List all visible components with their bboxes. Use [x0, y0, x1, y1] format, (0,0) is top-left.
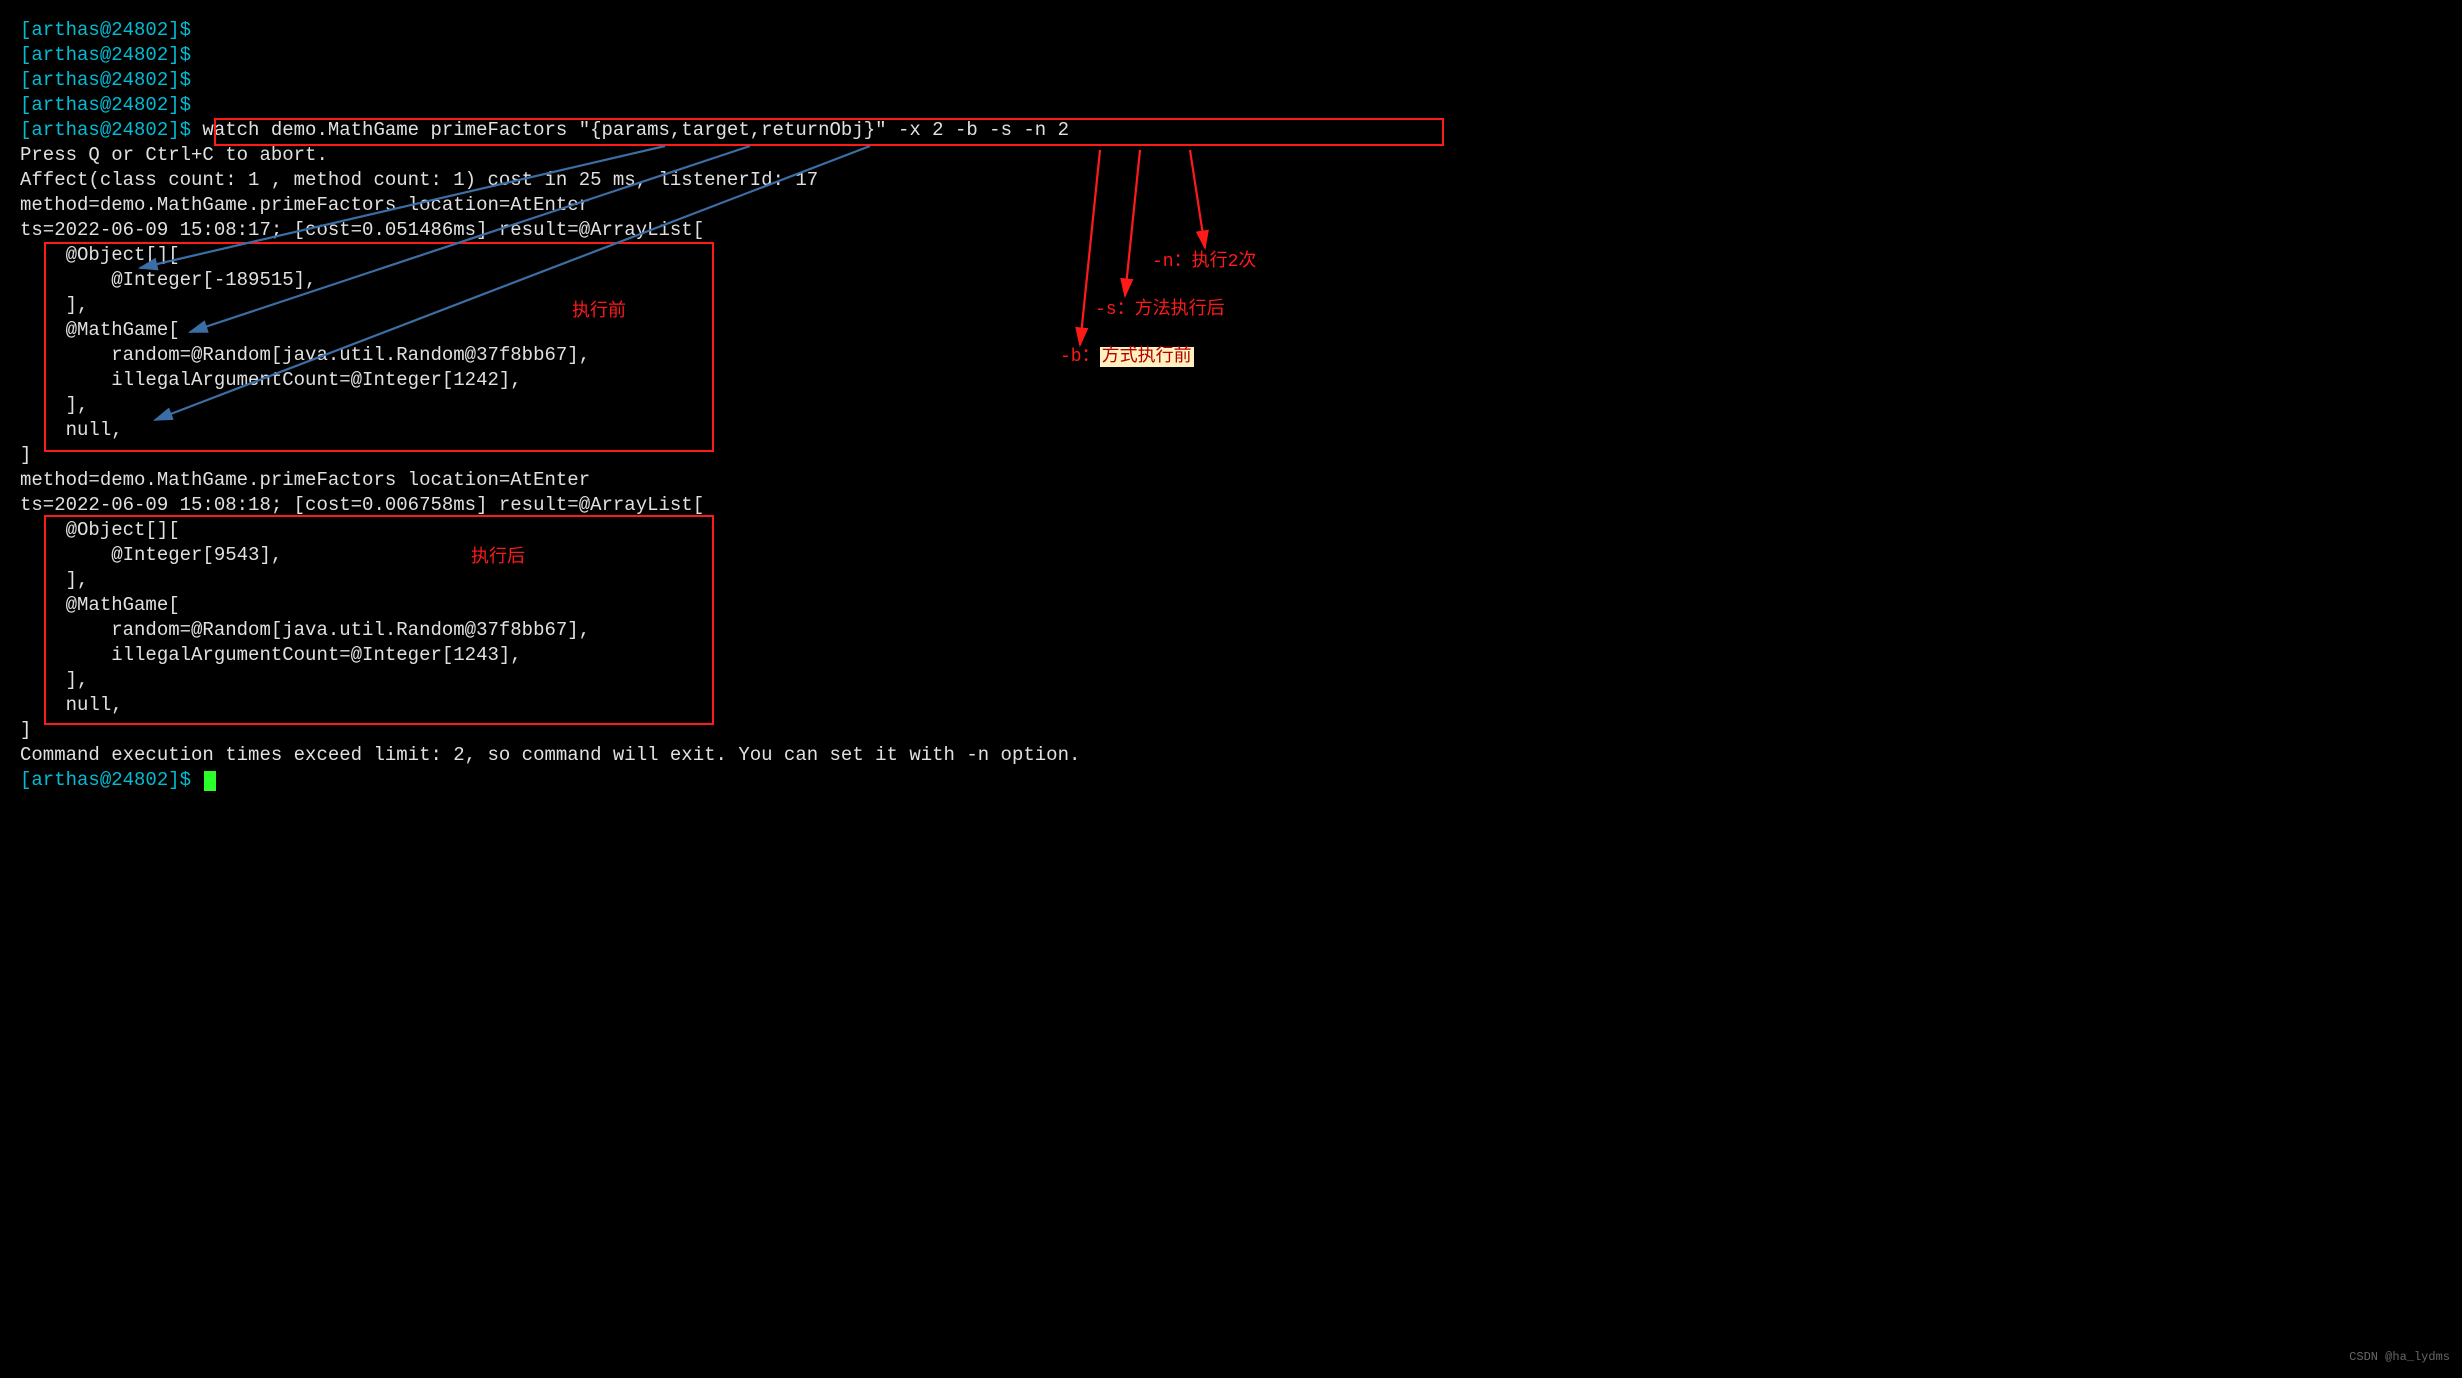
command-line[interactable]: [arthas@24802]$ watch demo.MathGame prim…: [20, 118, 2442, 143]
cursor-icon: [204, 771, 216, 791]
label-after: 执行后: [471, 546, 525, 571]
inv2-body: random=@Random[java.util.Random@37f8bb67…: [20, 618, 2442, 643]
inv1-body: ],: [20, 293, 2442, 318]
prompt-line: [arthas@24802]$: [20, 68, 2442, 93]
inv2-body: null,: [20, 693, 2442, 718]
inv2-end: ]: [20, 718, 2442, 743]
inv1-body: @MathGame[: [20, 318, 2442, 343]
watermark: CSDN @ha_lydms: [2349, 1345, 2450, 1370]
inv1-end: ]: [20, 443, 2442, 468]
inv2-method: method=demo.MathGame.primeFactors locati…: [20, 468, 2442, 493]
prompt: [arthas@24802]$: [20, 769, 191, 791]
prompt: [arthas@24802]$: [20, 94, 191, 116]
inv2-body: ],: [20, 568, 2442, 593]
inv2-ts: ts=2022-06-09 15:08:18; [cost=0.006758ms…: [20, 493, 2442, 518]
inv2-body: illegalArgumentCount=@Integer[1243],: [20, 643, 2442, 668]
inv1-body: random=@Random[java.util.Random@37f8bb67…: [20, 343, 2442, 368]
inv1-body: null,: [20, 418, 2442, 443]
prompt: [arthas@24802]$: [20, 119, 191, 141]
prompt-line: [arthas@24802]$: [20, 93, 2442, 118]
label-s: -s：方法执行后: [1095, 298, 1225, 323]
inv2-body: ],: [20, 668, 2442, 693]
label-b-prefix: -b：: [1060, 347, 1100, 367]
prompt: [arthas@24802]$: [20, 44, 191, 66]
inv1-method: method=demo.MathGame.primeFactors locati…: [20, 193, 2442, 218]
prompt-line: [arthas@24802]$: [20, 18, 2442, 43]
abort-hint: Press Q or Ctrl+C to abort.: [20, 143, 2442, 168]
prompt: [arthas@24802]$: [20, 69, 191, 91]
inv1-body: illegalArgumentCount=@Integer[1242],: [20, 368, 2442, 393]
prompt-line: [arthas@24802]$: [20, 43, 2442, 68]
watch-command: watch demo.MathGame primeFactors "{param…: [191, 119, 1069, 141]
affect-line: Affect(class count: 1 , method count: 1)…: [20, 168, 2442, 193]
prompt-line[interactable]: [arthas@24802]$: [20, 768, 2442, 793]
inv2-body: @Object[][: [20, 518, 2442, 543]
inv1-ts: ts=2022-06-09 15:08:17; [cost=0.051486ms…: [20, 218, 2442, 243]
label-before: 执行前: [572, 300, 626, 325]
prompt: [arthas@24802]$: [20, 19, 191, 41]
exit-line: Command execution times exceed limit: 2,…: [20, 743, 2442, 768]
inv2-body: @Integer[9543],: [20, 543, 2442, 568]
inv1-body: ],: [20, 393, 2442, 418]
inv2-body: @MathGame[: [20, 593, 2442, 618]
label-b-highlight: 方式执行前: [1100, 347, 1194, 367]
label-b: -b：方式执行前: [1060, 345, 1194, 370]
label-n: -n：执行2次: [1152, 250, 1256, 275]
